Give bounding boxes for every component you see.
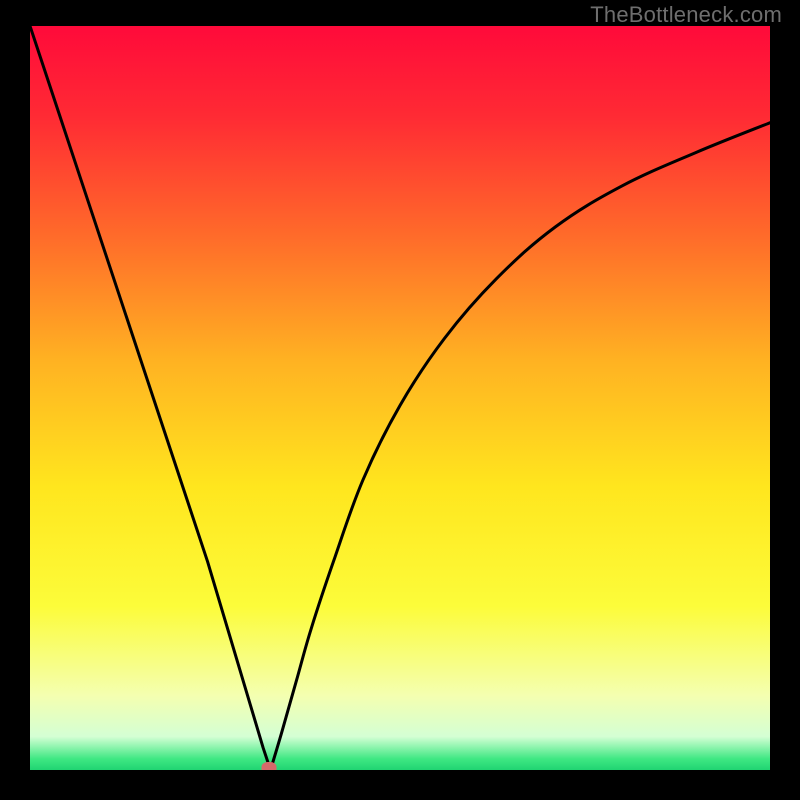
watermark-text: TheBottleneck.com: [590, 2, 782, 28]
plot-area: [30, 26, 770, 770]
plot-frame: [30, 26, 770, 770]
minimum-marker: [262, 762, 277, 770]
curve-layer: [30, 26, 770, 770]
curve-right-branch: [271, 123, 771, 770]
chart-container: TheBottleneck.com: [0, 0, 800, 800]
curve-left-branch: [30, 26, 271, 770]
